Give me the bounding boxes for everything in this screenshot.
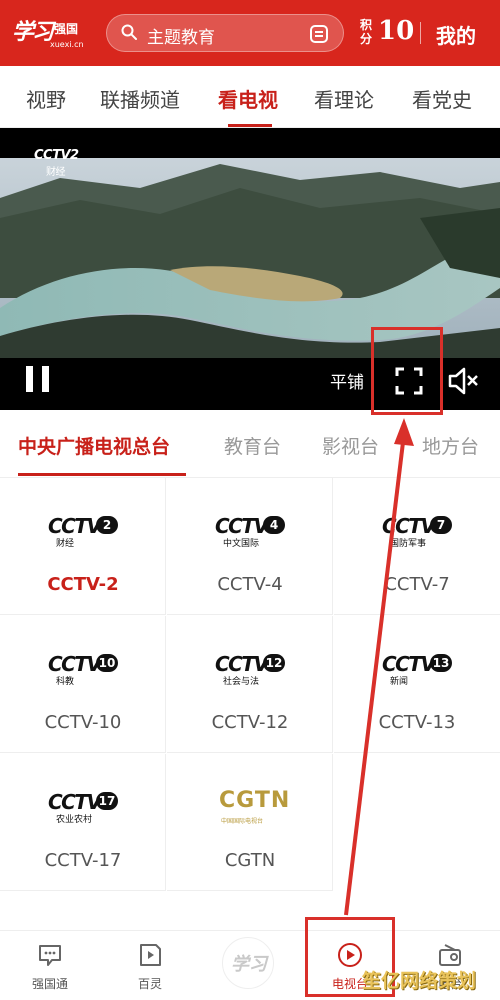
channel-name: CCTV-4 [217,574,283,595]
top-tabs: 视野 联播频道 看电视 看理论 看党史 [0,66,500,128]
channel-card[interactable]: CCTV 2 财经 CCTV-2 [0,478,166,615]
tab-shiye[interactable]: 视野 [26,84,66,113]
cctv-logo: CCTV 10 科教 [48,652,120,687]
channel-card[interactable]: CCTV 13 新闻 CCTV-13 [334,616,500,753]
channel-badge: CCTV2 财经 [34,148,79,178]
search-icon [121,24,137,40]
watermark: 笙亿网络策划 [362,970,477,992]
play-card-icon [140,944,161,966]
cctv-logo: CCTV 2 财经 [48,514,120,549]
cat-local[interactable]: 地方台 [422,432,479,459]
cat-cctv[interactable]: 中央广播电视总台 [18,432,170,459]
flat-mode-button[interactable]: 平铺 [330,368,364,393]
mine-button[interactable]: 我的 [436,20,476,49]
cgtn-logo: CGTN [219,788,291,813]
mute-icon[interactable] [446,364,480,398]
tab-lianbo[interactable]: 联播频道 [100,84,180,113]
bottom-nav-qiangguotong[interactable]: 强国通 [10,941,90,992]
channel-name: CGTN [224,850,276,871]
cctv-logo: CCTV 12 社会与法 [215,652,287,687]
points-label: 积分 [360,18,373,46]
pause-icon[interactable] [26,366,50,392]
channel-category-tabs: 中央广播电视总台 教育台 影视台 地方台 [0,410,500,478]
channel-card[interactable]: CGTN 中国国际电视台 CGTN [167,754,333,891]
logo-brand: 强国 [54,22,79,36]
cctv-logo: CCTV 4 中文国际 [215,514,287,549]
search-text: 主题教育 [147,28,215,48]
channel-card[interactable]: CCTV 10 科教 CCTV-10 [0,616,166,753]
tab-watch-tv[interactable]: 看电视 [218,84,278,113]
channel-name: CCTV-12 [211,712,289,733]
points-value: 10 [378,16,415,46]
logo-script: 学习 [12,19,54,45]
channel-badge-name: CCTV2 [34,148,79,163]
menu-scan-icon[interactable] [309,24,329,44]
cgtn-logo-sub: 中国国际电视台 [221,818,264,825]
channel-name: CCTV-7 [384,574,450,595]
xuexi-logo[interactable]: 学习 强国 xuexi.cn [12,10,92,54]
annotation-box-fullscreen [371,327,443,415]
app-header: 学习 强国 xuexi.cn 主题教育 积分 10 我的 [0,0,500,66]
radio-icon [439,944,461,966]
channel-name: CCTV-13 [378,712,456,733]
home-logo-text: 学习 [231,954,267,975]
channel-card[interactable]: CCTV 17 农业农村 CCTV-17 [0,754,166,891]
channel-name: CCTV-17 [44,850,122,871]
bottom-nav-label: 强国通 [31,977,68,991]
bottom-nav-label: 百灵 [137,977,162,991]
channel-name: CCTV-10 [44,712,122,733]
cctv-logo: CCTV 13 新闻 [382,652,454,687]
logo-url: xuexi.cn [50,40,84,49]
active-tab-indicator [228,124,272,127]
bottom-nav-bailing[interactable]: 百灵 [110,941,190,992]
channel-badge-sub: 财经 [46,167,65,178]
search-bar[interactable]: 主题教育 [106,14,344,52]
channel-card[interactable]: CCTV 7 国防军事 CCTV-7 [334,478,500,615]
xuexi-home-logo[interactable]: 学习 [222,937,274,989]
channel-card[interactable]: CCTV 12 社会与法 CCTV-12 [167,616,333,753]
cctv-logo: CCTV 17 农业农村 [48,790,120,825]
channel-grid: CCTV 2 财经 CCTV-2 CCTV 4 中文国际 CCTV-4 CCTV… [0,478,500,891]
active-category-indicator [18,473,186,476]
tab-party-history[interactable]: 看党史 [412,84,472,113]
cctv-logo: CCTV 7 国防军事 [382,514,454,549]
chat-icon [39,945,61,966]
header-divider [420,22,421,44]
cat-education[interactable]: 教育台 [224,432,281,459]
cat-film[interactable]: 影视台 [322,432,379,459]
channel-card[interactable]: CCTV 4 中文国际 CCTV-4 [167,478,333,615]
channel-name: CCTV-2 [47,574,119,595]
tab-theory[interactable]: 看理论 [314,84,374,113]
